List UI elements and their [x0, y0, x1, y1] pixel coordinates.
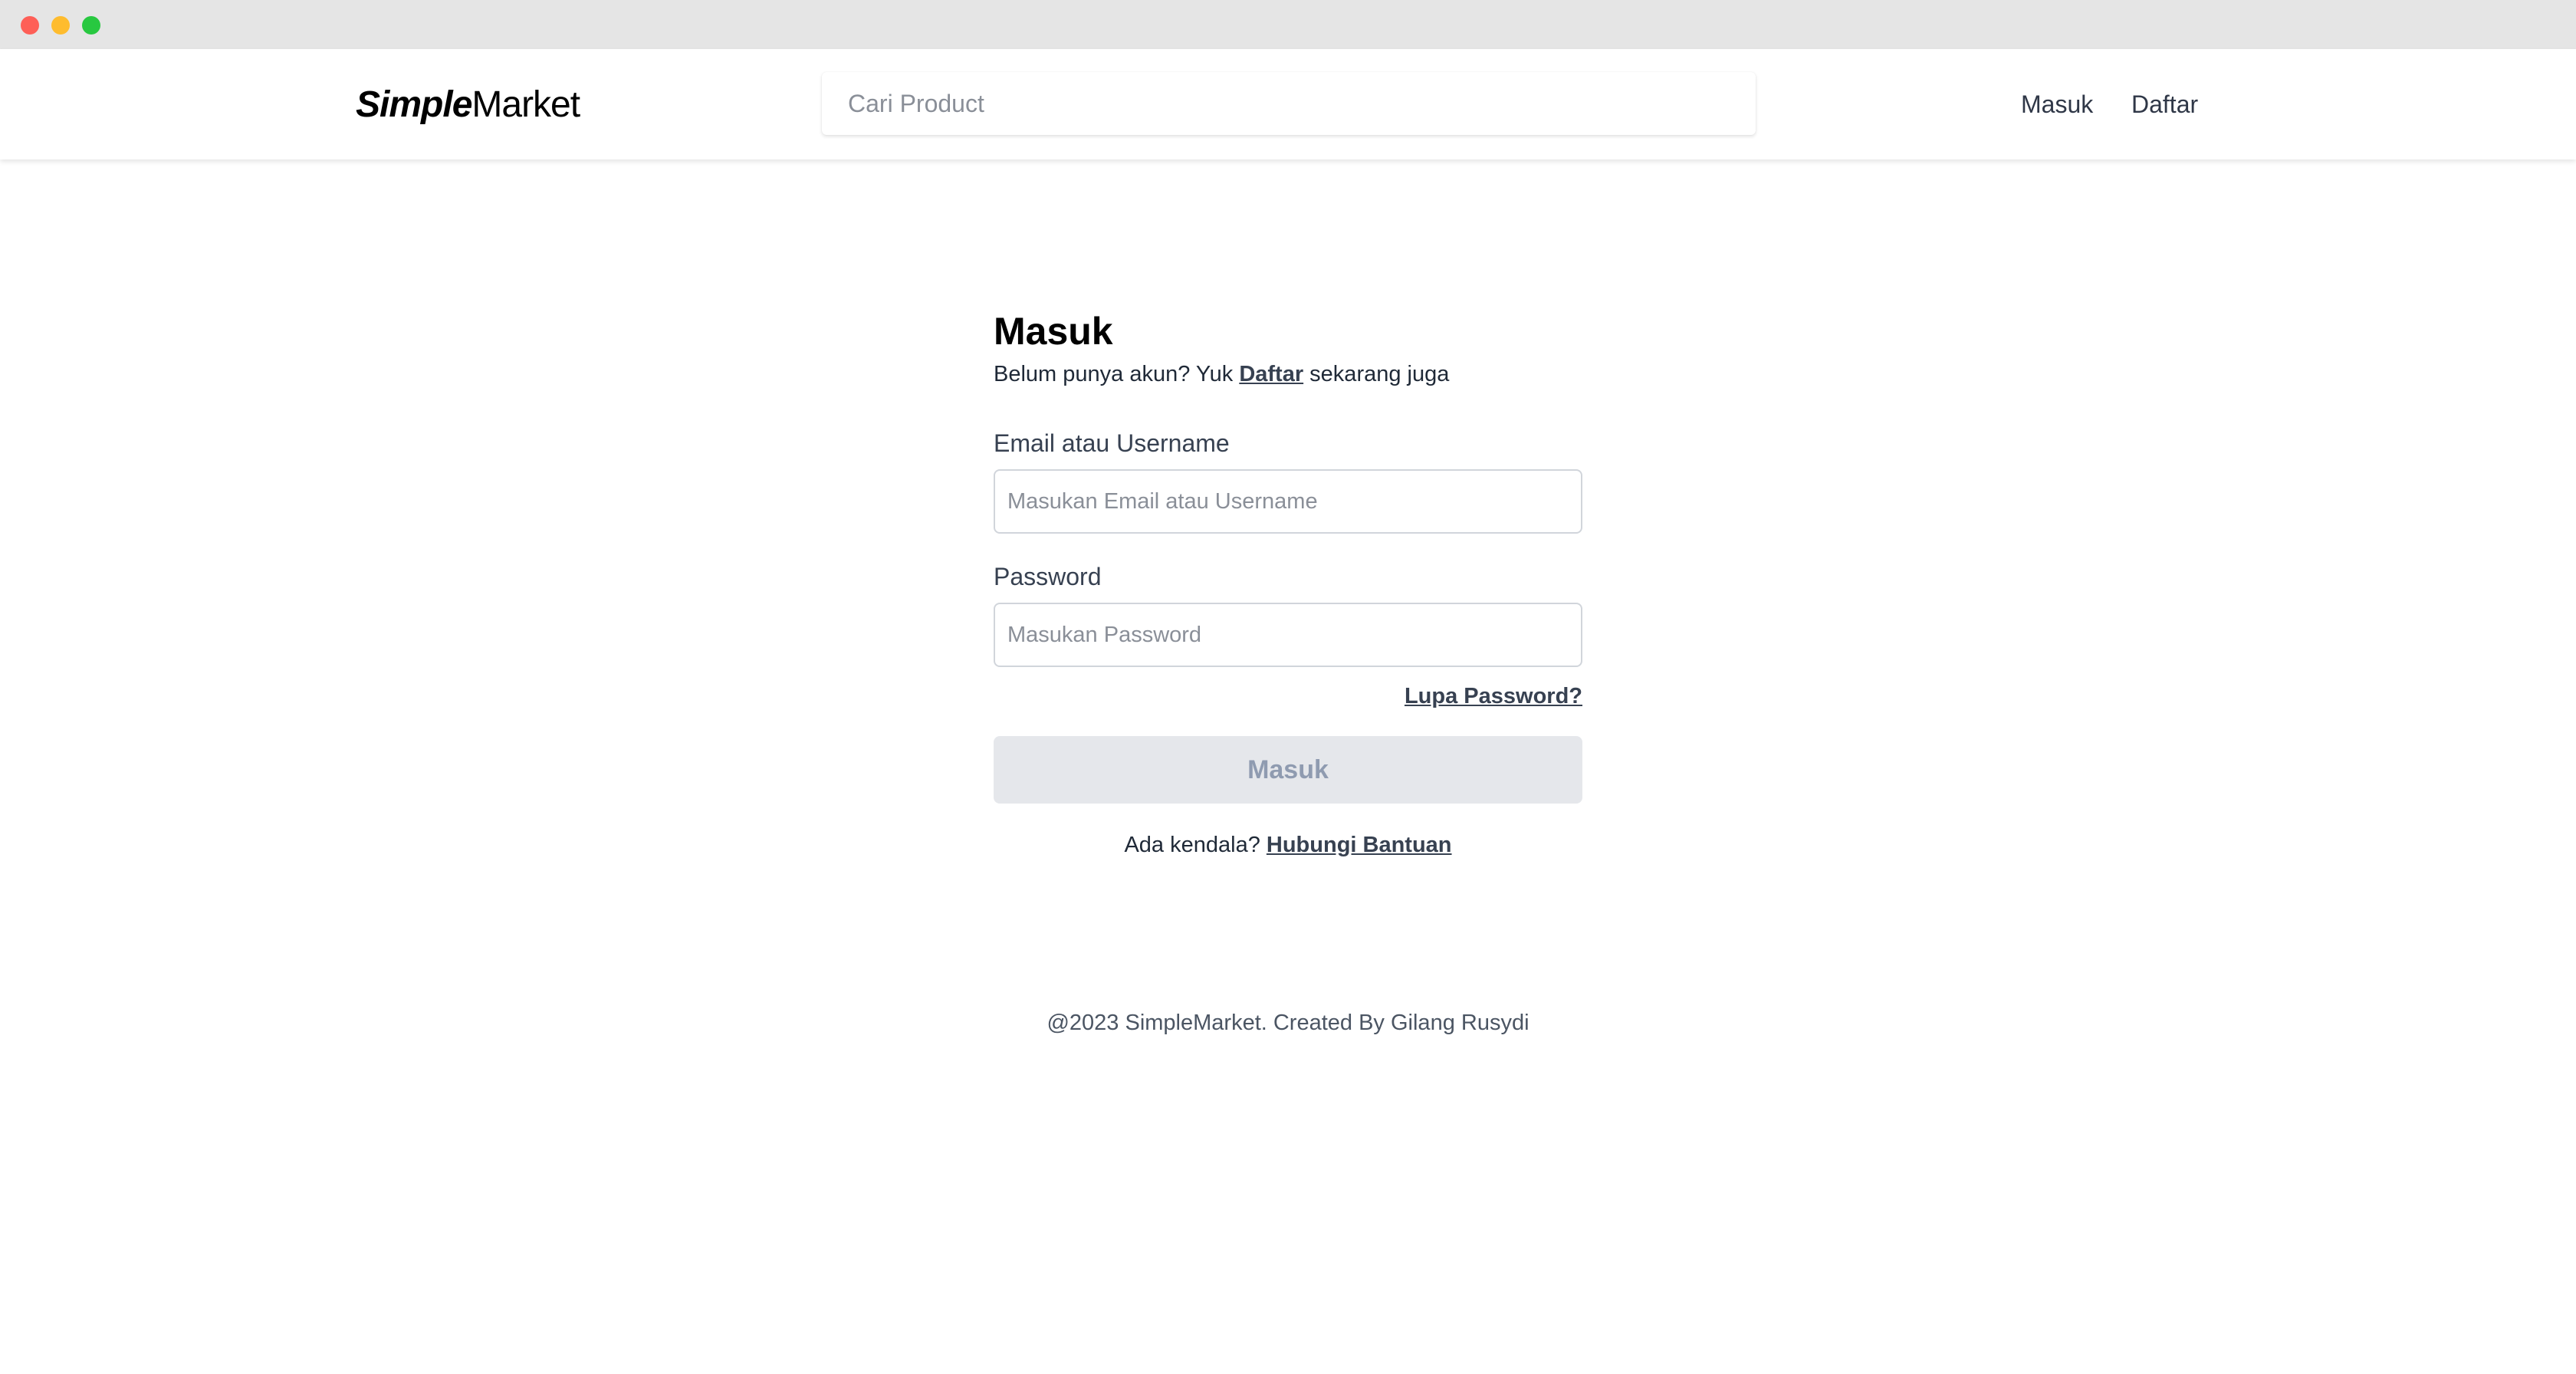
- forgot-password-link[interactable]: Lupa Password?: [1405, 684, 1582, 708]
- password-field[interactable]: [994, 603, 1582, 667]
- minimize-window-button[interactable]: [51, 16, 70, 35]
- page-footer: @2023 SimpleMarket. Created By Gilang Ru…: [1046, 1011, 1530, 1035]
- nav-login-link[interactable]: Masuk: [2021, 80, 2093, 129]
- password-label: Password: [994, 563, 1102, 590]
- logo-regular-text: Market: [472, 84, 580, 125]
- nav-register-link[interactable]: Daftar: [2131, 80, 2198, 129]
- register-prompt-suffix: sekarang juga: [1303, 362, 1450, 386]
- top-navbar: SimpleMarket Masuk Daftar: [0, 49, 2576, 159]
- login-form: Masuk Belum punya akun? Yuk Daftar sekar…: [994, 307, 1582, 860]
- maximize-window-button[interactable]: [82, 16, 100, 35]
- close-window-button[interactable]: [21, 16, 39, 35]
- brand-logo[interactable]: Simple Market: [356, 80, 580, 129]
- register-prompt-prefix: Belum punya akun? Yuk: [994, 362, 1240, 386]
- help-prompt-prefix: Ada kendala?: [1124, 833, 1267, 857]
- forgot-row: Lupa Password?: [994, 681, 1582, 712]
- register-prompt: Belum punya akun? Yuk Daftar sekarang ju…: [994, 359, 1582, 390]
- page-title: Masuk: [994, 310, 1113, 353]
- help-prompt: Ada kendala? Hubungi Bantuan: [994, 830, 1582, 860]
- login-submit-button[interactable]: Masuk: [994, 736, 1582, 804]
- logo-bold-text: Simple: [356, 84, 472, 125]
- email-field[interactable]: [994, 469, 1582, 534]
- email-label: Email atau Username: [994, 429, 1230, 457]
- search-input[interactable]: [822, 72, 1756, 135]
- help-link[interactable]: Hubungi Bantuan: [1267, 833, 1452, 857]
- register-link[interactable]: Daftar: [1239, 362, 1303, 386]
- window-titlebar: [0, 0, 2576, 49]
